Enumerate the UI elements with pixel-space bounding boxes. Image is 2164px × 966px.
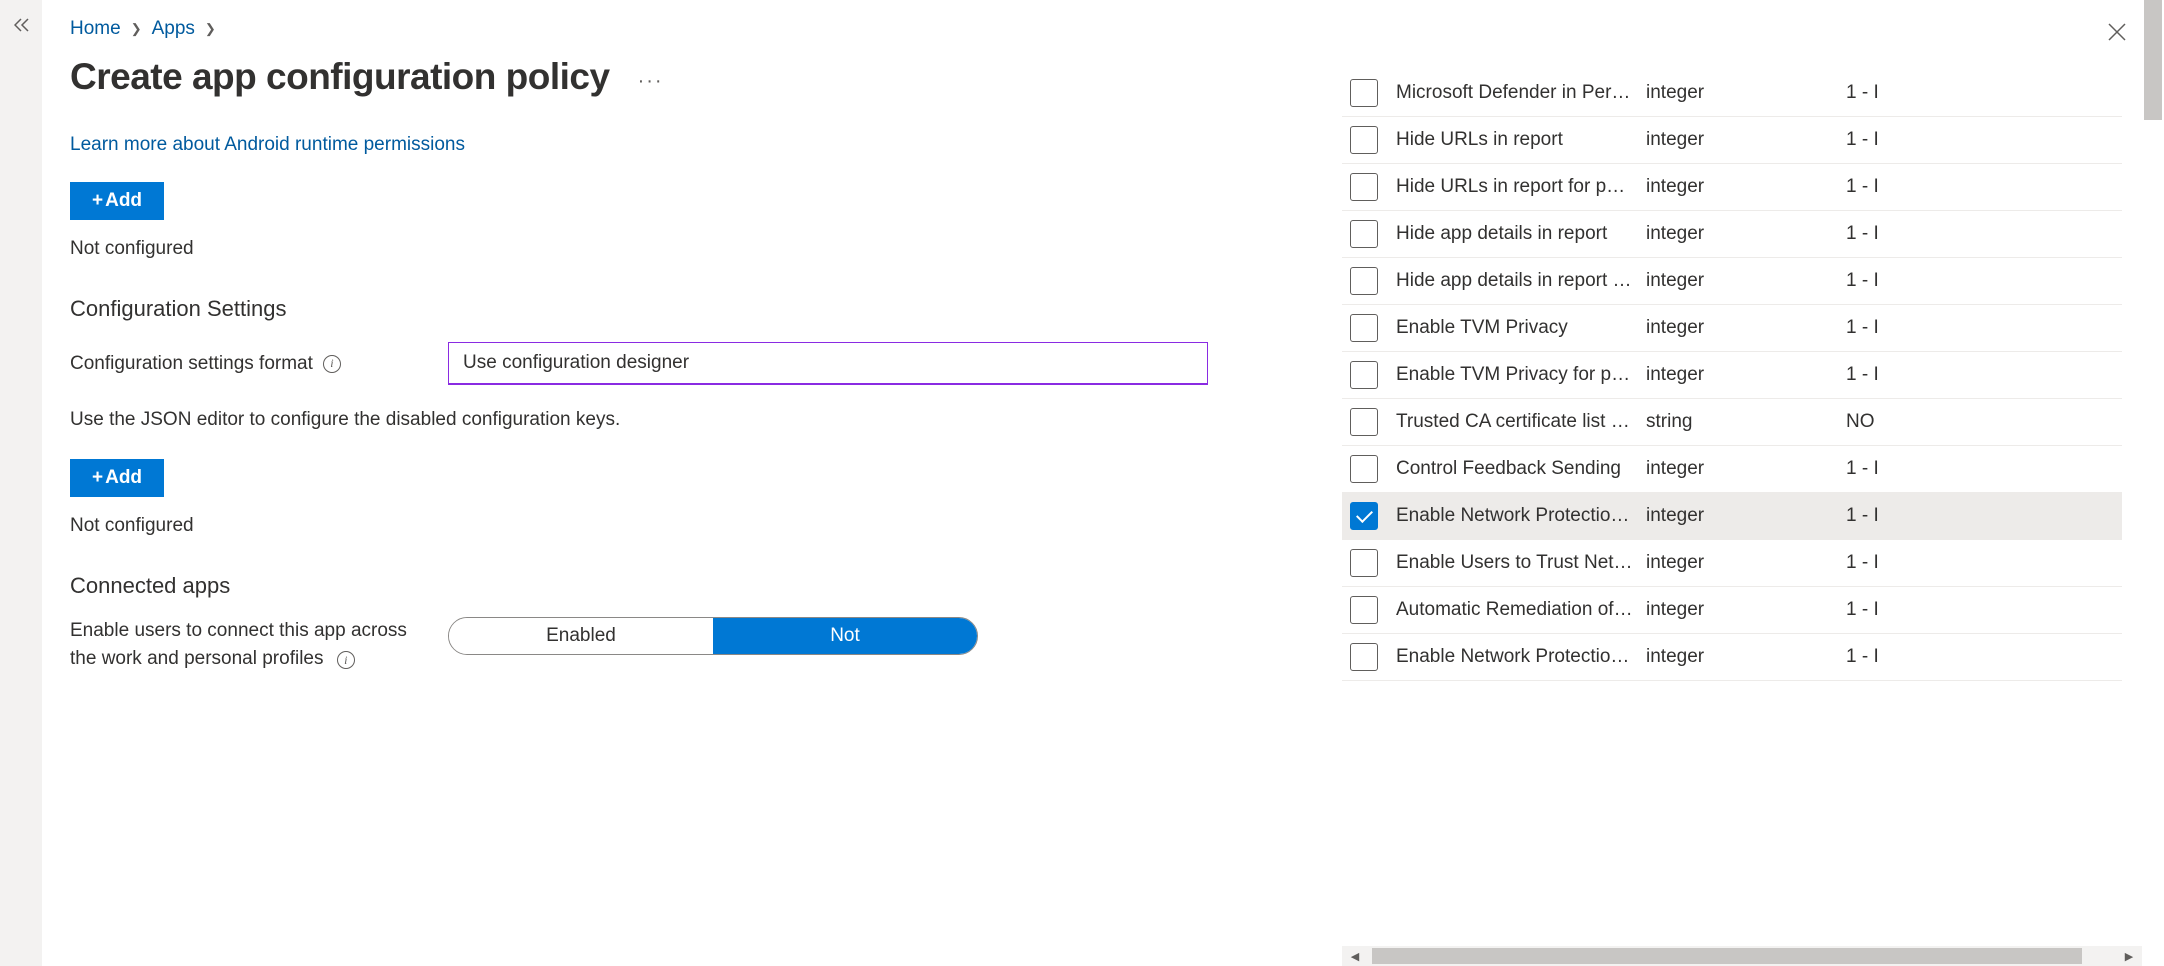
row-key: Hide URLs in report [1396,129,1646,151]
table-row[interactable]: Enable TVM Privacy for pers…integer1 - I [1342,352,2122,399]
row-checkbox[interactable] [1350,455,1378,483]
row-type: integer [1646,364,1846,386]
page-scroll-thumb[interactable] [2144,0,2162,120]
row-key: Trusted CA certificate list for… [1396,411,1646,433]
nav-collapse-gutter[interactable] [0,0,42,966]
breadcrumb-apps[interactable]: Apps [152,18,195,40]
toggle-enabled-option[interactable]: Enabled [449,618,713,654]
row-type: integer [1646,270,1846,292]
row-type: integer [1646,223,1846,245]
row-key: Enable TVM Privacy for pers… [1396,364,1646,386]
row-key: Enable TVM Privacy [1396,317,1646,339]
table-row[interactable]: Trusted CA certificate list for…stringNO [1342,399,2122,446]
page-vertical-scrollbar[interactable] [2142,0,2164,966]
row-value: 1 - I [1846,364,2118,386]
row-key: Microsoft Defender in Perso… [1396,82,1646,104]
row-value: 1 - I [1846,82,2118,104]
row-value: 1 - I [1846,129,2118,151]
row-key: Control Feedback Sending [1396,458,1646,480]
format-label: Configuration settings format i [70,353,430,375]
horizontal-scrollbar[interactable]: ◀ ▶ [1342,946,2142,966]
chevron-right-icon: ❯ [131,21,142,37]
table-row[interactable]: Enable Users to Trust Netwo…integer1 - I [1342,540,2122,587]
row-checkbox[interactable] [1350,596,1378,624]
row-value: 1 - I [1846,317,2118,339]
row-type: integer [1646,505,1846,527]
row-key: Hide URLs in report for pers… [1396,176,1646,198]
settings-table: Microsoft Defender in Perso…integer1 - I… [1342,70,2122,681]
row-checkbox[interactable] [1350,643,1378,671]
row-checkbox[interactable] [1350,79,1378,107]
connected-apps-toggle[interactable]: Enabled Not [448,617,978,655]
row-checkbox[interactable] [1350,220,1378,248]
row-value: 1 - I [1846,646,2118,668]
row-key: Automatic Remediation of … [1396,599,1646,621]
table-row[interactable]: Hide URLs in reportinteger1 - I [1342,117,2122,164]
row-checkbox[interactable] [1350,314,1378,342]
settings-picker-panel: Microsoft Defender in Perso…integer1 - I… [1334,0,2164,966]
row-checkbox[interactable] [1350,126,1378,154]
scroll-right-icon[interactable]: ▶ [2120,948,2138,964]
page-title: Create app configuration policy [70,56,610,98]
row-value: 1 - I [1846,505,2118,527]
row-type: integer [1646,552,1846,574]
add-settings-button[interactable]: +Add [70,459,164,497]
row-checkbox[interactable] [1350,173,1378,201]
table-row[interactable]: Automatic Remediation of …integer1 - I [1342,587,2122,634]
row-checkbox[interactable] [1350,267,1378,295]
row-value: NO [1846,411,2118,433]
chevron-right-icon: ❯ [205,21,216,37]
row-type: integer [1646,599,1846,621]
info-icon[interactable]: i [337,651,355,669]
scroll-left-icon[interactable]: ◀ [1346,948,1364,964]
row-type: integer [1646,82,1846,104]
row-key: Enable Network Protection i… [1396,505,1646,527]
learn-more-link[interactable]: Learn more about Android runtime permiss… [70,134,465,156]
row-value: 1 - I [1846,599,2118,621]
row-checkbox[interactable] [1350,361,1378,389]
row-value: 1 - I [1846,176,2118,198]
plus-icon: + [92,190,103,212]
row-key: Hide app details in report f… [1396,270,1646,292]
row-checkbox[interactable] [1350,502,1378,530]
more-actions-button[interactable]: ··· [638,62,664,93]
table-row[interactable]: Enable Network Protection …integer1 - I [1342,634,2122,681]
row-type: integer [1646,176,1846,198]
close-button[interactable] [2102,14,2132,54]
breadcrumb-home[interactable]: Home [70,18,121,40]
table-row[interactable]: Enable TVM Privacyinteger1 - I [1342,305,2122,352]
format-select[interactable]: Use configuration designer [448,342,1208,385]
row-type: integer [1646,458,1846,480]
close-icon [2108,23,2126,41]
row-value: 1 - I [1846,552,2118,574]
row-checkbox[interactable] [1350,408,1378,436]
toggle-not-option[interactable]: Not [713,618,977,654]
row-type: integer [1646,129,1846,151]
row-value: 1 - I [1846,458,2118,480]
row-key: Hide app details in report [1396,223,1646,245]
table-row[interactable]: Enable Network Protection i…integer1 - I [1342,493,2122,540]
add-permissions-button[interactable]: +Add [70,182,164,220]
table-row[interactable]: Hide app details in reportinteger1 - I [1342,211,2122,258]
row-value: 1 - I [1846,270,2118,292]
row-type: integer [1646,317,1846,339]
info-icon[interactable]: i [323,355,341,373]
connected-apps-label: Enable users to connect this app across … [70,617,430,672]
table-row[interactable]: Microsoft Defender in Perso…integer1 - I [1342,70,2122,117]
row-type: integer [1646,646,1846,668]
table-row[interactable]: Hide app details in report f…integer1 - … [1342,258,2122,305]
row-key: Enable Users to Trust Netwo… [1396,552,1646,574]
chevron-double-left-icon [14,18,30,32]
row-type: string [1646,411,1846,433]
plus-icon: + [92,467,103,489]
row-key: Enable Network Protection … [1396,646,1646,668]
row-checkbox[interactable] [1350,549,1378,577]
row-value: 1 - I [1846,223,2118,245]
horizontal-scroll-thumb[interactable] [1372,948,2082,964]
table-row[interactable]: Control Feedback Sendinginteger1 - I [1342,446,2122,493]
table-row[interactable]: Hide URLs in report for pers…integer1 - … [1342,164,2122,211]
